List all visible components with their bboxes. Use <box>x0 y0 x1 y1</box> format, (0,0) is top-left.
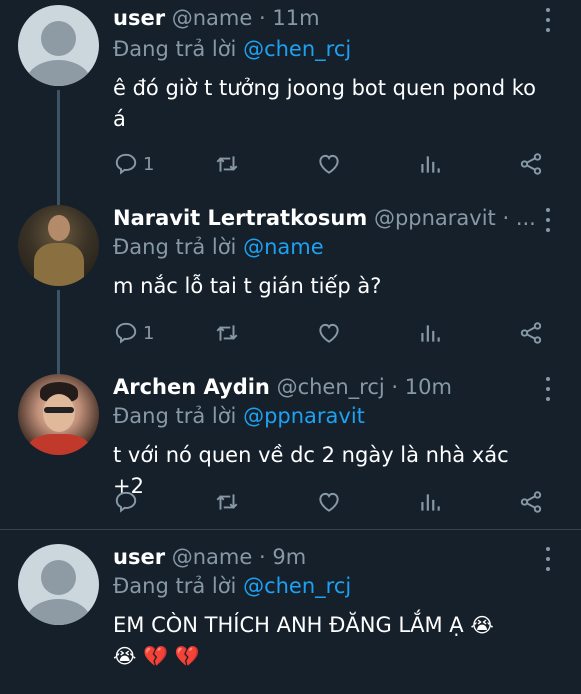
reply-to-handle[interactable]: @ppnaravit <box>243 404 365 428</box>
tweet-text: m nắc lỗ tai t gián tiếp à? <box>113 274 382 298</box>
handle[interactable]: @chen_rcj <box>277 375 385 399</box>
reply-prefix: Đang trả lời <box>113 574 237 598</box>
display-name[interactable]: user <box>113 545 165 569</box>
reply-icon <box>115 153 137 175</box>
reply-icon <box>115 491 137 513</box>
analytics-icon <box>421 325 440 342</box>
reply-prefix: Đang trả lời <box>113 404 237 428</box>
analytics-button[interactable] <box>417 488 443 516</box>
reply-to-handle[interactable]: @chen_rcj <box>243 37 351 61</box>
tweet-actions <box>113 488 553 516</box>
more-icon[interactable] <box>540 547 556 571</box>
avatar[interactable] <box>18 5 99 86</box>
share-button[interactable] <box>518 319 544 347</box>
broken-heart-emoji: 💔 <box>174 644 200 668</box>
reply-to-handle[interactable]: @chen_rcj <box>243 574 351 598</box>
like-button[interactable] <box>316 150 342 178</box>
timestamp[interactable]: · 11m <box>259 6 320 30</box>
retweet-button[interactable] <box>214 488 240 516</box>
handle[interactable]: @name <box>172 6 253 30</box>
tweet-header: user @name · 9m <box>113 545 306 569</box>
timestamp[interactable]: · 9m <box>259 545 306 569</box>
tweet-text: ê đó giờ t tưởng joong bot quen pond ko … <box>113 76 536 131</box>
retweet-icon <box>216 156 238 172</box>
handle[interactable]: @ppnaravit · ... <box>374 206 536 230</box>
reply-context: Đang trả lời @chen_rcj <box>113 574 351 598</box>
tweet-header: Naravit Lertratkosum @ppnaravit · ... <box>113 206 536 230</box>
crying-emoji: 😭 <box>470 613 494 637</box>
retweet-icon <box>216 494 238 510</box>
share-icon <box>520 153 542 175</box>
share-icon <box>520 491 542 513</box>
tweet-actions: 1 <box>113 319 553 347</box>
reply-icon <box>115 322 137 344</box>
like-icon <box>319 323 339 343</box>
avatar[interactable] <box>18 205 99 286</box>
reply-context: Đang trả lời @ppnaravit <box>113 404 365 428</box>
tweet-header: user @name · 11m <box>113 6 320 30</box>
share-button[interactable] <box>518 488 544 516</box>
reply-count: 1 <box>143 153 155 175</box>
display-name[interactable]: user <box>113 6 165 30</box>
share-icon <box>520 322 542 344</box>
like-icon <box>319 154 339 174</box>
analytics-icon <box>421 156 440 173</box>
analytics-button[interactable] <box>417 319 443 347</box>
reply-prefix: Đang trả lời <box>113 235 237 259</box>
handle[interactable]: @name <box>172 545 253 569</box>
more-icon[interactable] <box>540 377 556 401</box>
avatar[interactable] <box>18 374 99 455</box>
tweet-text: EM CÒN THÍCH ANH ĐĂNG LẮM Ạ 😭 😭 💔 💔 <box>113 610 543 672</box>
analytics-icon <box>421 494 440 511</box>
display-name[interactable]: Naravit Lertratkosum <box>113 206 367 230</box>
like-icon <box>319 492 339 512</box>
retweet-button[interactable] <box>214 319 240 347</box>
tweet-header: Archen Aydin @chen_rcj · 10m <box>113 375 452 399</box>
thread-line <box>57 90 60 200</box>
tweet-4[interactable]: user @name · 9m Đang trả lời @chen_rcj E… <box>0 530 581 694</box>
crying-emoji: 😭 <box>113 644 137 668</box>
share-button[interactable] <box>518 150 544 178</box>
like-button[interactable] <box>316 319 342 347</box>
avatar[interactable] <box>18 544 99 625</box>
display-name[interactable]: Archen Aydin <box>113 375 270 399</box>
timestamp[interactable]: · 10m <box>391 375 452 399</box>
like-button[interactable] <box>316 488 342 516</box>
thread-line <box>57 290 60 370</box>
analytics-button[interactable] <box>417 150 443 178</box>
reply-prefix: Đang trả lời <box>113 37 237 61</box>
reply-button[interactable]: 1 <box>113 150 154 178</box>
reply-context: Đang trả lời @name <box>113 235 324 259</box>
retweet-icon <box>216 325 238 341</box>
reply-context: Đang trả lời @chen_rcj <box>113 37 351 61</box>
tweet-text-line: EM CÒN THÍCH ANH ĐĂNG LẮM Ạ <box>113 613 464 637</box>
reply-to-handle[interactable]: @name <box>243 235 324 259</box>
more-icon[interactable] <box>540 8 556 32</box>
retweet-button[interactable] <box>214 150 240 178</box>
broken-heart-emoji: 💔 <box>143 644 168 668</box>
reply-count: 1 <box>143 322 155 344</box>
tweet-actions: 1 <box>113 150 553 178</box>
reply-button[interactable]: 1 <box>113 319 154 347</box>
more-icon[interactable] <box>540 208 556 232</box>
reply-button[interactable] <box>113 488 139 516</box>
